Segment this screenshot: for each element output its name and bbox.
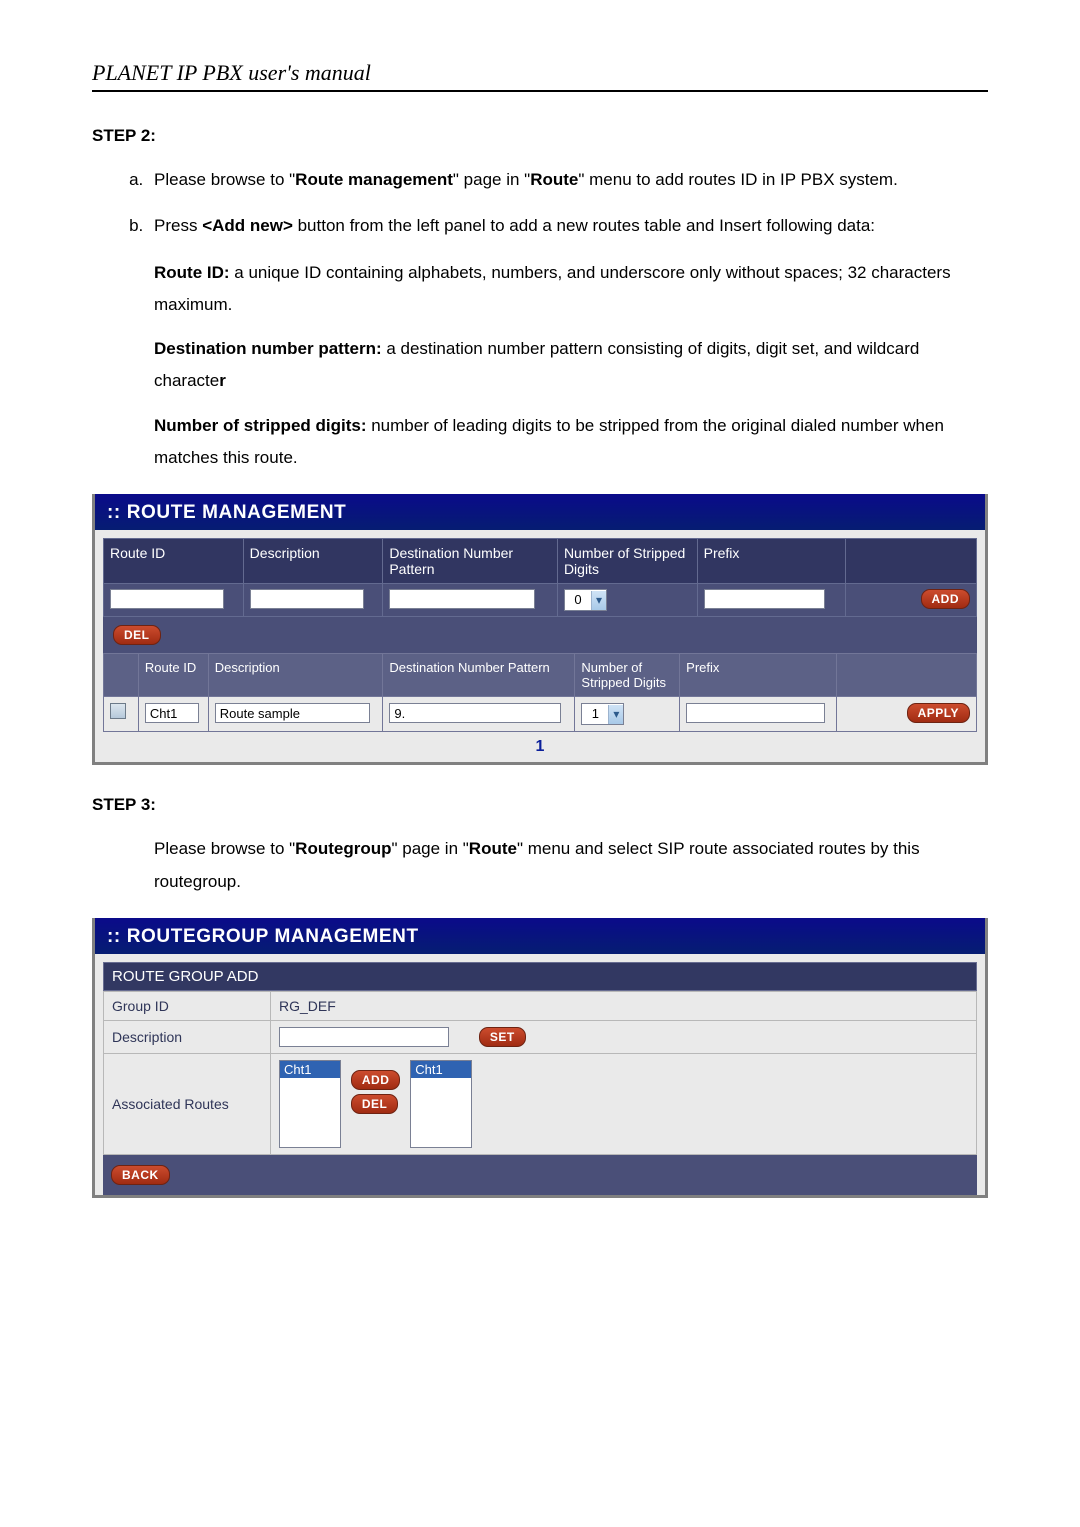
group-id-value: RG_DEF	[271, 991, 977, 1020]
group-id-label: Group ID	[104, 991, 271, 1020]
stripped-select[interactable]: 0▾	[564, 589, 607, 611]
route-management-title: :: ROUTE MANAGEMENT	[95, 494, 985, 530]
document-title: PLANET IP PBX user's manual	[92, 60, 988, 92]
back-row: BACK	[103, 1155, 977, 1195]
bold: Route	[530, 170, 578, 189]
text: Please browse to "	[154, 839, 295, 858]
bold: Route management	[295, 170, 453, 189]
row-description-input[interactable]	[215, 703, 370, 723]
data-hdr-description: Description	[208, 654, 383, 697]
chevron-down-icon: ▾	[608, 705, 623, 724]
route-id-paragraph: Route ID: a unique ID containing alphabe…	[154, 257, 988, 322]
text: " page in "	[392, 839, 469, 858]
back-button[interactable]: BACK	[111, 1165, 170, 1185]
dest-pattern-paragraph: Destination number pattern: a destinatio…	[154, 333, 988, 398]
routegroup-table: Group ID RG_DEF Description SET Associat…	[103, 991, 977, 1156]
step2-item-b: Press <Add new> button from the left pan…	[148, 210, 988, 242]
hdr-prefix: Prefix	[697, 539, 845, 584]
hdr-route-id: Route ID	[104, 539, 244, 584]
data-hdr-prefix: Prefix	[680, 654, 837, 697]
bold: Routegroup	[295, 839, 391, 858]
routegroup-management-screenshot: :: ROUTEGROUP MANAGEMENT ROUTE GROUP ADD…	[92, 918, 988, 1199]
step2-item-a: Please browse to "Route management" page…	[148, 164, 988, 196]
bold: Route	[469, 839, 517, 858]
available-routes-listbox[interactable]: Cht1	[279, 1060, 341, 1148]
assoc-del-button[interactable]: DEL	[351, 1094, 399, 1114]
text: " menu to add routes ID in IP PBX system…	[578, 170, 897, 189]
row-stripped-select[interactable]: 1▾	[581, 703, 624, 725]
data-hdr-checkbox	[104, 654, 139, 697]
row-prefix-input[interactable]	[686, 703, 824, 723]
hdr-stripped: Number of Stripped Digits	[557, 539, 697, 584]
step3-paragraph: Please browse to "Routegroup" page in "R…	[154, 833, 988, 898]
route-management-screenshot: :: ROUTE MANAGEMENT Route ID Description…	[92, 494, 988, 765]
routegroup-description-input[interactable]	[279, 1027, 449, 1047]
list-item[interactable]: Cht1	[411, 1061, 471, 1078]
route-id-input[interactable]	[110, 589, 224, 609]
chevron-down-icon: ▾	[591, 591, 606, 610]
routes-data-table: Route ID Description Destination Number …	[103, 653, 977, 732]
del-button[interactable]: DEL	[113, 625, 161, 645]
step2-list: Please browse to "Route management" page…	[92, 164, 988, 243]
data-hdr-route-id: Route ID	[138, 654, 208, 697]
step2-heading: STEP 2:	[92, 126, 988, 146]
hdr-description: Description	[243, 539, 383, 584]
step3-heading: STEP 3:	[92, 795, 988, 815]
data-hdr-dest: Destination Number Pattern	[383, 654, 575, 697]
field-text: a unique ID containing alphabets, number…	[154, 263, 951, 314]
data-hdr-stripped: Number of Stripped Digits	[575, 654, 680, 697]
text: " page in "	[453, 170, 530, 189]
row-dest-input[interactable]	[389, 703, 561, 723]
bold: r	[219, 371, 226, 390]
route-group-add-heading: ROUTE GROUP ADD	[103, 962, 977, 991]
field-label: Route ID:	[154, 263, 230, 282]
text: button from the left panel to add a new …	[293, 216, 875, 235]
field-label: Number of stripped digits:	[154, 416, 367, 435]
assoc-add-button[interactable]: ADD	[351, 1070, 401, 1090]
apply-button[interactable]: APPLY	[907, 703, 970, 723]
set-button[interactable]: SET	[479, 1027, 526, 1047]
selected-routes-listbox[interactable]: Cht1	[410, 1060, 472, 1148]
dest-input[interactable]	[389, 589, 534, 609]
row-stripped-value: 1	[582, 704, 608, 723]
text: Press	[154, 216, 202, 235]
hdr-dest: Destination Number Pattern	[383, 539, 558, 584]
del-bar: DEL	[103, 617, 977, 653]
row-route-id-input[interactable]	[145, 703, 200, 723]
description-label: Description	[104, 1020, 271, 1054]
routegroup-management-title: :: ROUTEGROUP MANAGEMENT	[95, 918, 985, 954]
field-label: Destination number pattern:	[154, 339, 382, 358]
prefix-input[interactable]	[704, 589, 826, 609]
text: Please browse to "	[154, 170, 295, 189]
list-item[interactable]: Cht1	[280, 1061, 340, 1078]
data-hdr-blank	[837, 654, 977, 697]
add-button[interactable]: ADD	[921, 589, 971, 609]
add-route-header-table: Route ID Description Destination Number …	[103, 538, 977, 617]
stripped-select-value: 0	[565, 590, 591, 609]
bold: <Add new>	[202, 216, 293, 235]
assoc-routes-label: Associated Routes	[104, 1054, 271, 1155]
stripped-digits-paragraph: Number of stripped digits: number of lea…	[154, 410, 988, 475]
pager[interactable]: 1	[103, 732, 977, 762]
table-row: 1▾ APPLY	[104, 697, 977, 732]
description-input[interactable]	[250, 589, 364, 609]
hdr-blank	[846, 539, 977, 584]
row-checkbox[interactable]	[110, 703, 126, 719]
